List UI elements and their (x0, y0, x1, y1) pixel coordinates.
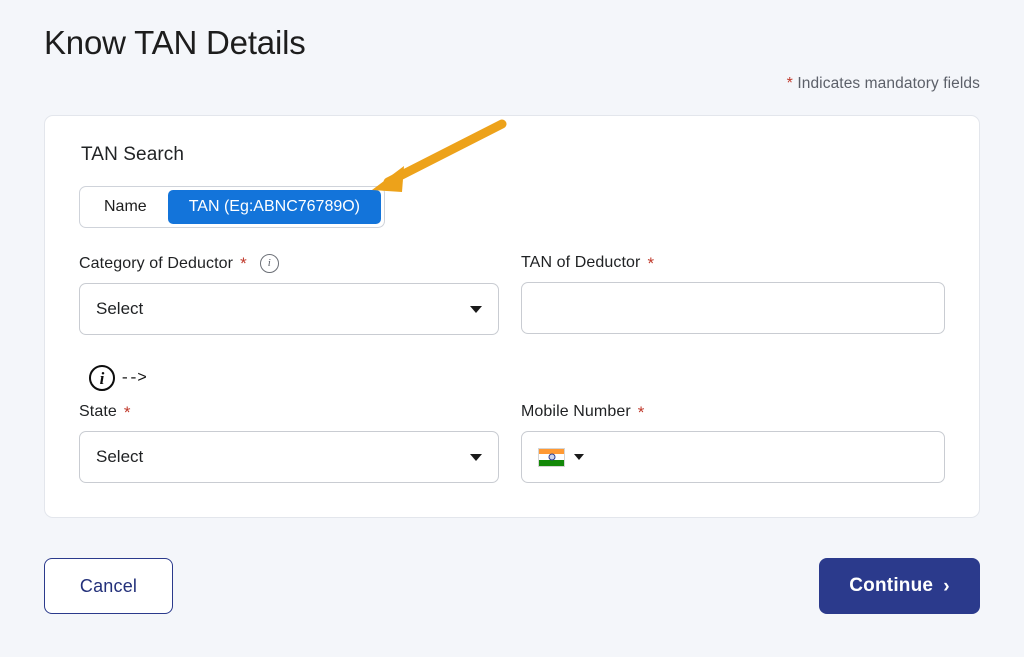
india-flag-icon (538, 447, 565, 467)
label-state: State * (79, 403, 499, 421)
field-tan-of-deductor: TAN of Deductor * (521, 254, 945, 335)
chevron-right-icon: › (943, 575, 950, 597)
page-title: Know TAN Details (44, 24, 306, 61)
tan-search-card: TAN Search Name TAN (Eg:ABNC76789O) Cate… (44, 115, 980, 519)
field-category-of-deductor: Category of Deductor * i Select (79, 254, 499, 336)
required-star: * (123, 402, 131, 422)
mandatory-fields-note: * Indicates mandatory fields (44, 75, 980, 93)
select-value: Select (96, 447, 144, 467)
required-star: * (240, 254, 247, 274)
mandatory-note-text: Indicates mandatory fields (797, 75, 980, 93)
label-text: TAN of Deductor (521, 254, 641, 272)
field-state: i --> State * Select (79, 365, 499, 484)
search-mode-toggle[interactable]: Name TAN (Eg:ABNC76789O) (79, 186, 386, 229)
required-star: * (637, 402, 645, 422)
info-icon[interactable]: i (89, 365, 115, 392)
tan-of-deductor-input[interactable] (538, 282, 928, 335)
category-of-deductor-select[interactable]: Select (79, 283, 499, 336)
required-star: * (647, 253, 655, 273)
select-value: Select (96, 299, 144, 319)
search-mode-toggle-tan[interactable]: TAN (Eg:ABNC76789O) (167, 190, 382, 225)
form-row-1: Category of Deductor * i Select TAN of D… (79, 254, 945, 336)
label-text: State (79, 403, 117, 421)
state-info-annotation: i --> (89, 365, 147, 392)
label-tan-of-deductor: TAN of Deductor * (521, 254, 945, 272)
chevron-down-icon (574, 454, 584, 461)
footer-actions: Cancel Continue › (44, 558, 980, 615)
page-root: Know TAN Details * Indicates mandatory f… (0, 0, 1024, 657)
info-icon[interactable]: i (259, 254, 279, 274)
search-mode-toggle-name[interactable]: Name (83, 190, 168, 224)
annotation-arrow-text: --> (120, 369, 147, 388)
tan-of-deductor-field[interactable] (521, 282, 945, 335)
label-text: Category of Deductor (79, 254, 234, 272)
mobile-number-field[interactable] (521, 431, 945, 484)
chevron-down-icon (470, 305, 482, 313)
form-row-2: i --> State * Select Mobile Number * (79, 365, 945, 484)
country-code-selector[interactable] (538, 447, 584, 467)
label-category-of-deductor: Category of Deductor * i (79, 254, 499, 274)
continue-button-label: Continue (849, 575, 934, 597)
continue-button[interactable]: Continue › (819, 558, 980, 615)
state-select[interactable]: Select (79, 431, 499, 484)
label-text: Mobile Number (521, 403, 631, 421)
mobile-number-input[interactable] (584, 431, 928, 484)
label-mobile-number: Mobile Number * (521, 403, 945, 421)
field-mobile-number: Mobile Number * (521, 365, 945, 484)
chevron-down-icon (470, 453, 482, 461)
cancel-button[interactable]: Cancel (44, 558, 173, 615)
section-title: TAN Search (81, 144, 185, 166)
mandatory-star: * (786, 75, 793, 93)
